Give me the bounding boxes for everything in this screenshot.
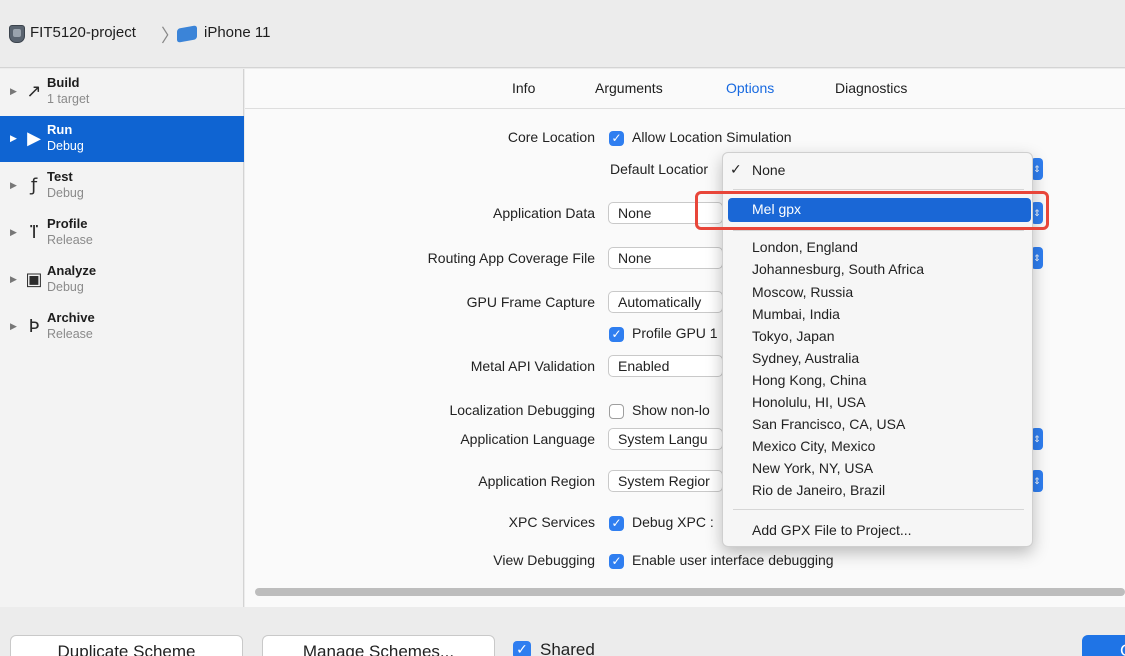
title-bar: FIT5120-project 〉 iPhone 11	[0, 0, 1125, 68]
profile-gpu-label: Profile GPU 1	[632, 325, 718, 341]
metal-validation-label: Metal API Validation	[470, 358, 595, 374]
sidebar-item-label: Build	[47, 75, 80, 90]
default-location-label: Default Locatior	[610, 161, 709, 177]
menu-separator	[733, 509, 1024, 510]
sidebar-item-run[interactable]: ▶ ▶ Run Debug	[0, 116, 244, 162]
menu-item-location[interactable]: San Francisco, CA, USA	[752, 416, 905, 432]
menu-item-location[interactable]: New York, NY, USA	[752, 460, 873, 476]
view-debugging-label: View Debugging	[493, 552, 595, 568]
disclosure-triangle-icon[interactable]: ▶	[10, 321, 17, 332]
gpu-frame-capture-label: GPU Frame Capture	[466, 294, 595, 310]
tab-arguments[interactable]: Arguments	[595, 80, 663, 96]
debug-xpc-checkbox[interactable]: ✓	[609, 516, 624, 531]
menu-item-location[interactable]: Rio de Janeiro, Brazil	[752, 482, 885, 498]
application-language-label: Application Language	[460, 431, 595, 447]
tab-bar: Info Arguments Options Diagnostics	[245, 69, 1125, 109]
sidebar-item-sublabel: Debug	[47, 139, 84, 153]
breadcrumb-project[interactable]: FIT5120-project	[30, 24, 136, 41]
manage-schemes-button[interactable]: Manage Schemes...	[262, 635, 495, 656]
disclosure-triangle-icon[interactable]: ▶	[10, 227, 17, 238]
bottom-bar: Duplicate Scheme Manage Schemes... ✓ Sha…	[0, 607, 1125, 656]
application-region-label: Application Region	[478, 473, 595, 489]
disclosure-triangle-icon[interactable]: ▶	[10, 180, 17, 191]
duplicate-scheme-button[interactable]: Duplicate Scheme	[10, 635, 243, 656]
application-data-label: Application Data	[493, 205, 595, 221]
menu-item-none[interactable]: None	[752, 162, 785, 178]
disclosure-triangle-icon[interactable]: ▶	[10, 274, 17, 285]
close-button[interactable]: C	[1082, 635, 1125, 656]
sidebar-item-archive[interactable]: ▶ Ϸ Archive Release	[0, 304, 244, 350]
archive-icon: Ϸ	[28, 316, 40, 337]
sidebar-item-build[interactable]: ▶ ↗ Build 1 target	[0, 69, 244, 115]
sidebar-item-sublabel: Debug	[47, 280, 84, 294]
menu-separator	[733, 189, 1024, 190]
sidebar-item-sublabel: Release	[47, 233, 93, 247]
tab-options[interactable]: Options	[726, 80, 774, 96]
sidebar-item-sublabel: 1 target	[47, 92, 90, 106]
menu-item-add-gpx[interactable]: Add GPX File to Project...	[752, 522, 912, 538]
tab-diagnostics[interactable]: Diagnostics	[835, 80, 907, 96]
sidebar-item-label: Profile	[47, 216, 88, 231]
sidebar-item-label: Analyze	[47, 263, 97, 278]
xpc-services-label: XPC Services	[508, 514, 595, 530]
sidebar-item-label: Test	[47, 169, 73, 184]
horizontal-scrollbar[interactable]	[255, 588, 1125, 596]
scheme-action-sidebar: ▶ ↗ Build 1 target ▶ ▶ Run Debug ▶ ƒ Tes…	[0, 69, 244, 607]
menu-item-location[interactable]: Moscow, Russia	[752, 284, 853, 300]
menu-item-location[interactable]: London, England	[752, 239, 858, 255]
routing-coverage-popup[interactable]: None	[608, 247, 723, 269]
highlight-annotation-box	[695, 191, 1049, 230]
metal-validation-popup[interactable]: Enabled	[608, 355, 723, 377]
localization-debugging-label: Localization Debugging	[449, 402, 595, 418]
tab-info[interactable]: Info	[512, 80, 535, 96]
disclosure-triangle-icon[interactable]: ▶	[10, 133, 17, 144]
sidebar-item-test[interactable]: ▶ ƒ Test Debug	[0, 163, 244, 209]
shared-label: Shared	[540, 640, 595, 656]
show-non-localized-checkbox[interactable]: ✓	[609, 404, 624, 419]
routing-coverage-label: Routing App Coverage File	[427, 250, 595, 266]
debug-xpc-label: Debug XPC :	[632, 514, 714, 530]
menu-item-location[interactable]: Hong Kong, China	[752, 372, 866, 388]
play-icon: ▶	[27, 128, 41, 149]
instruments-icon: ⴶ	[28, 222, 40, 243]
menu-separator	[733, 230, 1024, 231]
core-location-label: Core Location	[507, 129, 595, 145]
hammer-icon: ↗	[26, 81, 42, 102]
sidebar-item-profile[interactable]: ▶ ⴶ Profile Release	[0, 210, 244, 256]
menu-item-location[interactable]: Johannesburg, South Africa	[752, 261, 924, 277]
menu-item-location[interactable]: Mexico City, Mexico	[752, 438, 875, 454]
menu-item-location[interactable]: Honolulu, HI, USA	[752, 394, 866, 410]
sidebar-item-label: Run	[47, 122, 73, 137]
menu-item-location[interactable]: Mumbai, India	[752, 306, 840, 322]
allow-location-simulation-checkbox[interactable]: ✓	[609, 131, 624, 146]
checkmark-icon: ✓	[730, 162, 742, 178]
enable-ui-debugging-checkbox[interactable]: ✓	[609, 554, 624, 569]
show-non-localized-label: Show non-lo	[632, 402, 710, 418]
sidebar-item-sublabel: Debug	[47, 186, 84, 200]
sidebar-item-label: Archive	[47, 310, 95, 325]
disclosure-triangle-icon[interactable]: ▶	[10, 86, 17, 97]
allow-location-simulation-label: Allow Location Simulation	[632, 129, 792, 145]
application-language-popup[interactable]: System Langu	[608, 428, 723, 450]
enable-ui-debugging-label: Enable user interface debugging	[632, 552, 834, 568]
gpu-frame-capture-popup[interactable]: Automatically	[608, 291, 723, 313]
menu-item-location[interactable]: Tokyo, Japan	[752, 328, 835, 344]
profile-gpu-checkbox[interactable]: ✓	[609, 327, 624, 342]
wrench-icon: ƒ	[30, 175, 38, 196]
breadcrumb-device[interactable]: iPhone 11	[204, 24, 270, 41]
menu-item-location[interactable]: Sydney, Australia	[752, 350, 859, 366]
sidebar-item-sublabel: Release	[47, 327, 93, 341]
sidebar-item-analyze[interactable]: ▶ ▣ Analyze Debug	[0, 257, 244, 303]
device-icon	[177, 25, 197, 43]
analyze-icon: ▣	[25, 269, 43, 290]
shared-checkbox[interactable]: ✓	[513, 641, 531, 656]
project-icon	[9, 25, 25, 43]
application-region-popup[interactable]: System Regior	[608, 470, 723, 492]
